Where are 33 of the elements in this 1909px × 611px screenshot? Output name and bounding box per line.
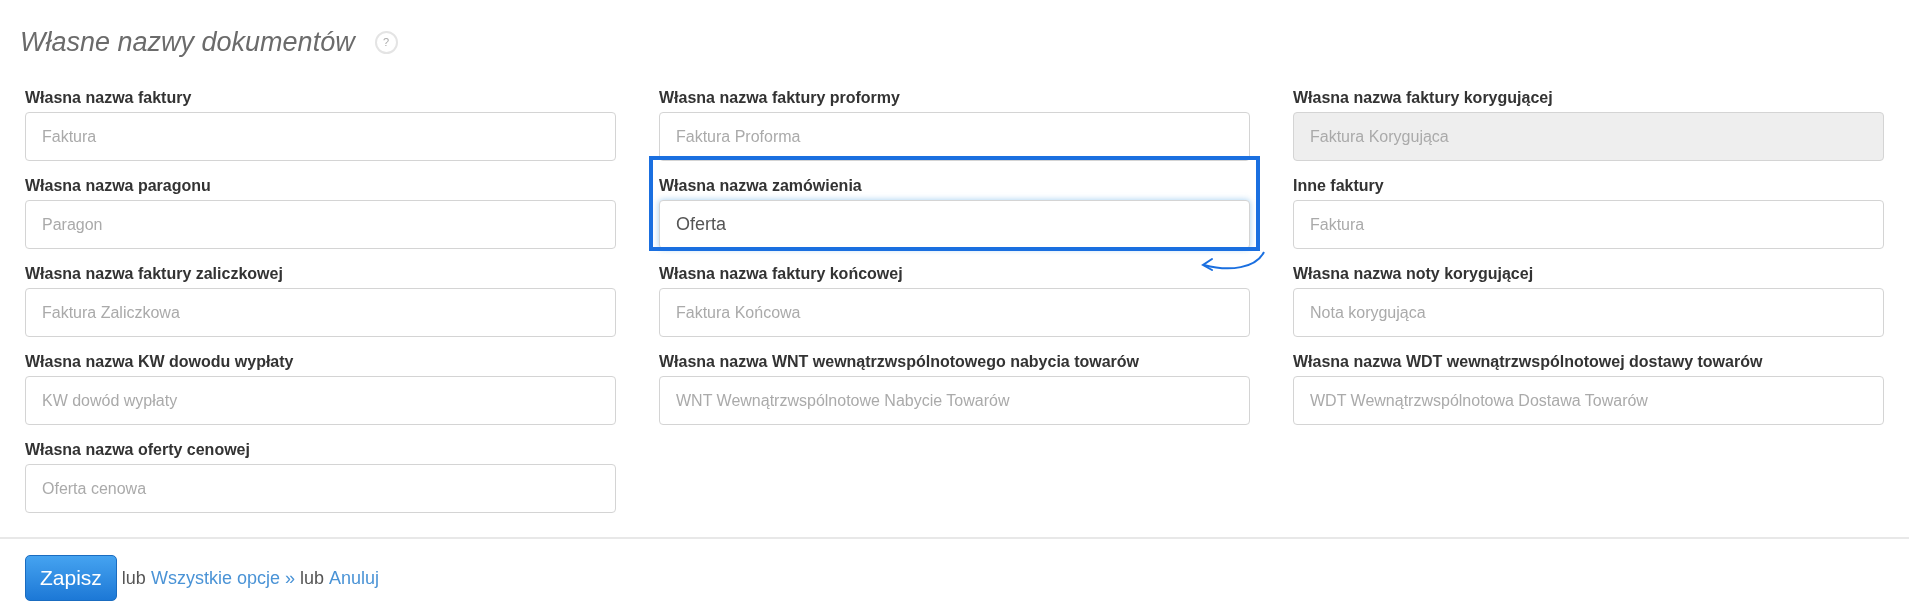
field-label: Inne faktury — [1293, 176, 1385, 195]
separator-text: lub — [299, 566, 324, 590]
text-field[interactable]: Oferta — [659, 200, 1250, 249]
text-field[interactable]: WDT Wewnątrzwspólnotowa Dostawa Towarów — [1293, 376, 1884, 425]
all-options-link[interactable]: Wszystkie opcje » — [150, 564, 295, 592]
section-title: Własne nazwy dokumentów — [20, 25, 355, 59]
text-field[interactable]: Faktura — [25, 112, 616, 161]
field-label: Własna nazwa oferty cenowej — [25, 440, 251, 459]
field-label: Własna nazwa faktury — [25, 88, 193, 107]
field-label: Własna nazwa WDT wewnątrzwspólnotowej dostawy towarów — [1293, 352, 1764, 371]
text-field[interactable]: KW dowód wypłaty — [25, 376, 616, 425]
text-field[interactable]: Oferta cenowa — [25, 464, 616, 513]
curved-arrow — [1200, 250, 1266, 274]
text-field[interactable]: WNT Wewnątrzwspólnotowe Nabycie Towarów — [659, 376, 1250, 425]
field-label: Własna nazwa KW dowodu wypłaty — [25, 352, 295, 371]
field-label: Własna nazwa noty korygującej — [1293, 264, 1535, 283]
text-field[interactable]: Faktura Proforma — [659, 112, 1250, 161]
field-label: Własna nazwa faktury końcowej — [659, 264, 904, 283]
text-field[interactable]: Nota korygująca — [1293, 288, 1884, 337]
save-button[interactable]: Zapisz — [25, 555, 117, 601]
field-label: Własna nazwa faktury proformy — [659, 88, 901, 107]
separator-text: lub — [121, 566, 146, 590]
field-label: Własna nazwa WNT wewnątrzwspólnotowego nabycia towarów — [659, 352, 1141, 371]
field-label: Własna nazwa faktury korygującej — [1293, 88, 1554, 107]
text-field[interactable]: Faktura — [1293, 200, 1884, 249]
text-field[interactable]: Faktura Końcowa — [659, 288, 1250, 337]
field-label: Własna nazwa paragonu — [25, 176, 212, 195]
field-label: Własna nazwa faktury zaliczkowej — [25, 264, 284, 283]
field-label: Własna nazwa zamówienia — [659, 176, 863, 195]
text-field[interactable]: Paragon — [25, 200, 616, 249]
cancel-link[interactable]: Anuluj — [328, 564, 379, 592]
text-field[interactable]: Faktura Zaliczkowa — [25, 288, 616, 337]
help-icon[interactable]: ? — [374, 30, 398, 54]
